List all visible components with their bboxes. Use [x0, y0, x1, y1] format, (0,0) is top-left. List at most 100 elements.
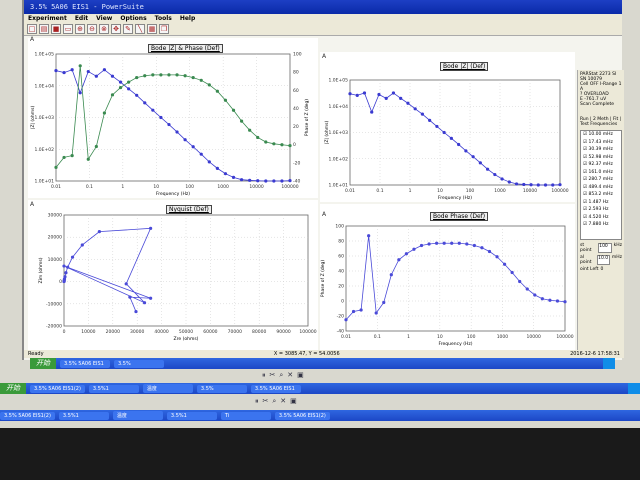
end-point-input[interactable]: 10.0 [597, 255, 610, 265]
taskbar-item[interactable]: 3.5% 5A06 EIS1 [250, 384, 301, 393]
start-unit-select[interactable]: kHz [614, 243, 622, 253]
impedance-modulus-point [391, 91, 396, 95]
x-tick-label: 20000 [106, 329, 120, 335]
frequency-list-item[interactable]: ☑ 853.2 mHz [581, 191, 621, 199]
pause-icon: ⏸ [255, 397, 259, 405]
status-bar: Ready X = 3085.47, Y = 54.0056 2016-12-6… [24, 350, 624, 358]
impedance-modulus-point [151, 108, 155, 112]
impedance-modulus-point [522, 182, 526, 187]
impedance-modulus-point [127, 87, 131, 91]
taskbar-item[interactable]: Ti [220, 411, 271, 420]
open-icon[interactable]: ▤ [39, 24, 49, 34]
frequency-list-item[interactable]: ☑ 4.520 Hz [581, 214, 621, 222]
phase-point [135, 75, 139, 80]
y2-tick-label: -20 [293, 160, 300, 166]
frequency-list-item[interactable]: ☑ 161.0 mHz [581, 169, 621, 177]
phase-point [555, 299, 560, 303]
new-icon[interactable]: □ [27, 24, 37, 34]
taskbar-item[interactable]: 3.5% 5A06 EIS1(2) [0, 411, 55, 420]
zoom-out-icon[interactable]: ⊖ [87, 24, 97, 34]
y-tick-label: 0 [341, 299, 344, 305]
x-tick-label: 0.1 [86, 184, 93, 190]
phase-point [288, 144, 292, 148]
x-tick-label: 10 [153, 184, 159, 190]
taskbar-item[interactable]: 3.5% 5A06 EIS1(2) [30, 384, 85, 393]
chart-title: Nyquist (Def) [166, 205, 212, 214]
pan-icon[interactable]: ✥ [111, 24, 121, 34]
menu-edit[interactable]: Edit [75, 15, 88, 22]
taskbar-item[interactable]: 3.5%1 [166, 411, 217, 420]
menu-tools[interactable]: Tools [155, 15, 172, 22]
frequency-list-item[interactable]: ☑ 2.593 Hz [581, 206, 621, 214]
taskbar-item[interactable]: 3.5% 5A06 EIS1(2) [274, 411, 330, 420]
impedance-modulus-point [536, 183, 540, 187]
x-tick-label: 10 [437, 334, 443, 340]
phase-point [540, 297, 544, 301]
y2-tick-label: 60 [293, 88, 299, 94]
start-button[interactable]: 开始 [30, 358, 56, 369]
color-icon[interactable]: ▦ [147, 24, 157, 34]
phase-point [239, 119, 244, 123]
frequency-list-item[interactable]: ☑ 1.487 Hz [581, 199, 621, 207]
x-tick-label: 100 [467, 334, 476, 340]
impedance-modulus-point [78, 91, 82, 95]
frequency-list-item[interactable]: ☑ 280.7 mHz [581, 176, 621, 184]
menu-help[interactable]: Help [180, 15, 195, 22]
select-icon[interactable]: ▭ [63, 24, 73, 34]
frequency-list[interactable]: ☑ 10.00 mHz ☑ 17.43 mHz ☑ 30.39 mHz ☑ 52.98… [580, 130, 622, 240]
x-tick-label: 80000 [252, 329, 266, 335]
zoom-fit-icon[interactable]: ⊗ [99, 24, 109, 34]
y-tick-label: 80 [338, 239, 344, 245]
nyquist-chart: 0 10000 20000 30000 40000 50000 60000 70000 8000… [38, 213, 317, 343]
x-tick-label: 70000 [228, 329, 242, 335]
zoom-in-icon[interactable]: ⊕ [75, 24, 85, 34]
frequency-list-item[interactable]: ☑ 52.98 mHz [581, 154, 621, 162]
taskbar-item[interactable]: 3.5%1 [88, 384, 139, 393]
impedance-modulus-point [239, 178, 244, 182]
x-tick-label: 100000 [299, 329, 316, 335]
zoom-icon: ⌕ [272, 397, 277, 405]
taskbar-3: 3.5% 5A06 EIS1(2) 3.5%1 温度 3.5%1 Ti 3.5%… [0, 410, 640, 421]
y-tick-label: 60 [338, 254, 344, 260]
taskbar-item[interactable]: 3.5% 5A06 EIS1 [60, 359, 110, 368]
impedance-modulus-point [54, 69, 58, 73]
impedance-modulus-point [215, 166, 219, 170]
y-tick-label: 1.0E+01 [329, 183, 349, 189]
pen-icon[interactable]: ✎ [123, 24, 133, 34]
start-button[interactable]: 开始 [0, 383, 26, 394]
frequency-list-item[interactable]: ☑ 30.39 mHz [581, 146, 621, 154]
line-icon[interactable]: ╲ [135, 24, 145, 34]
copy-icon[interactable]: ❐ [159, 24, 169, 34]
frequency-list-item[interactable]: ☑ 10.00 mHz [581, 131, 621, 139]
y-tick-label: 1.0E+04 [329, 104, 349, 110]
impedance-modulus-point [280, 179, 284, 183]
frequency-list-item[interactable]: ☑ 7.880 Hz [581, 221, 621, 229]
save-icon[interactable]: ■ [51, 24, 61, 34]
y-tick-label: 30000 [48, 213, 62, 219]
frequency-list-item[interactable]: ☑ 489.4 mHz [581, 184, 621, 192]
phase-point [495, 255, 499, 259]
frequency-list-item[interactable]: ☑ 17.43 mHz [581, 139, 621, 147]
x-tick-label: 100000 [281, 184, 298, 190]
y-tick-label: 20 [338, 284, 344, 290]
pause-icon: ⏸ [262, 371, 266, 379]
y-axis-label: Zim (ohms) [38, 257, 44, 283]
taskbar-item[interactable]: 3.5%1 [58, 411, 109, 420]
system-tray [603, 358, 615, 369]
impedance-modulus-point [264, 179, 268, 183]
frequency-list-item[interactable]: ☑ 92.37 mHz [581, 161, 621, 169]
x-tick-label: 1000 [494, 188, 506, 194]
taskbar-item[interactable]: 3.5% [196, 384, 247, 393]
menu-experiment[interactable]: Experiment [28, 15, 67, 22]
bode-phase-chart: 0.01 0.1 1 10 100 1000 10000 100000 -40 -20 0 20 40 6… [320, 224, 574, 348]
nyquist-panel: A Nyquist (Def) 0 10000 20000 30000 40000 500… [28, 200, 318, 350]
taskbar-item[interactable]: 温度 [142, 384, 193, 393]
taskbar-item[interactable]: 温度 [112, 411, 163, 420]
menu-options[interactable]: Options [120, 15, 146, 22]
phase-point [94, 144, 98, 149]
taskbar-item[interactable]: 3.5% [114, 359, 164, 368]
menu-view[interactable]: View [96, 15, 112, 22]
start-point-input[interactable]: 100 [598, 243, 612, 253]
y2-tick-label: 100 [293, 52, 302, 58]
end-unit-select[interactable]: mHz [612, 255, 622, 265]
